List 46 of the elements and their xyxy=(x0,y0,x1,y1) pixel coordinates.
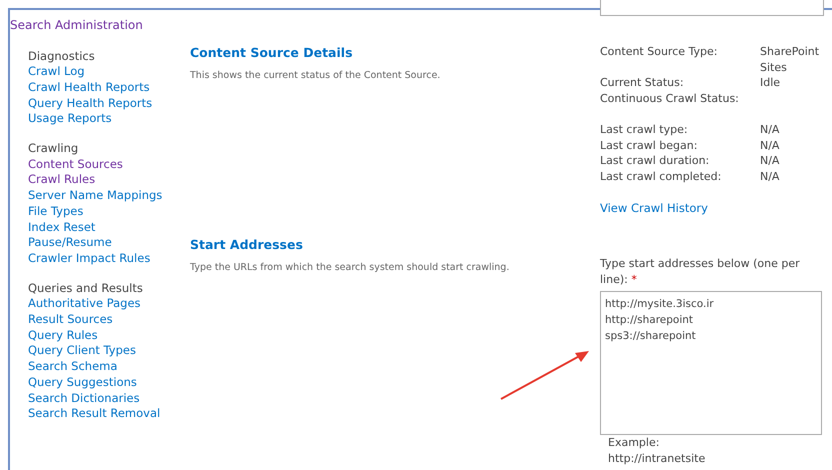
sidebar-link[interactable]: Crawl Log xyxy=(28,64,190,80)
field-value: Idle xyxy=(760,75,782,90)
field-label: Last crawl duration: xyxy=(600,153,710,168)
sidebar-link[interactable]: Usage Reports xyxy=(28,111,190,128)
sidebar-heading: Crawling xyxy=(28,141,80,157)
field-value: N/A xyxy=(760,153,780,168)
sidebar-link[interactable]: Pause/Resume xyxy=(28,235,190,251)
sidebar-link[interactable]: Result Sources xyxy=(28,312,190,328)
sidebar-link[interactable]: Server Name Mappings xyxy=(28,188,190,204)
field-label: Last crawl type: xyxy=(600,122,689,138)
sidebar-heading: Diagnostics xyxy=(28,48,96,64)
sidebar-link[interactable]: Crawler Impact Rules xyxy=(28,250,190,267)
field-label: Last crawl completed: xyxy=(600,168,722,184)
sidebar-link[interactable]: Query Health Reports xyxy=(28,96,190,112)
sidebar-link[interactable]: Crawl Rules xyxy=(28,172,190,188)
field-value: N/A xyxy=(760,138,780,153)
section-title: Content Source Details xyxy=(190,44,354,62)
sidebar-link[interactable]: Crawl Health Reports xyxy=(28,80,190,96)
text-field[interactable] xyxy=(600,0,824,16)
field-label: Content Source Type: xyxy=(600,44,718,60)
field-label: Continuous Crawl Status: xyxy=(600,90,740,106)
sidebar-link[interactable]: Index Reset xyxy=(28,220,190,236)
field-value: N/A xyxy=(760,122,780,138)
example-value: http://intranetsite xyxy=(608,451,706,468)
sidebar-link[interactable]: File Types xyxy=(28,204,190,220)
sidebar-link[interactable]: Content Sources xyxy=(28,156,190,172)
field-label: Last crawl began: xyxy=(600,138,698,153)
example-label: Example: xyxy=(608,435,660,452)
section-title: Start Addresses xyxy=(190,236,304,254)
sidebar-link[interactable]: Query Suggestions xyxy=(28,374,190,391)
addresses-field[interactable]: http://mysite.3isco.ir http://sharepoint sps3://sharepoint xyxy=(600,291,822,436)
sidebar-link[interactable]: Authoritative Pages xyxy=(28,296,190,312)
sidebar-link[interactable]: Query Rules xyxy=(28,328,190,344)
view-history-link[interactable]: View Crawl History xyxy=(600,200,826,218)
field-value: N/A xyxy=(760,168,780,184)
sidebar-heading: Queries and Results xyxy=(28,280,144,296)
sidebar-link[interactable]: Search Schema xyxy=(28,359,190,375)
sidebar-link[interactable]: Search Result Removal xyxy=(28,406,190,422)
section-description: This shows the current status of the Content Source. xyxy=(190,68,442,83)
breadcrumb-link[interactable]: Search Administration xyxy=(10,16,143,34)
field-value: SharePoint Sites xyxy=(760,44,820,75)
sidebar-link[interactable]: Query Client Types xyxy=(28,343,190,360)
field-label: Type start addresses below (one per line): * xyxy=(600,256,800,288)
section-description: Type the URLs from which the search system should start crawling. xyxy=(190,260,510,275)
field-label: Current Status: xyxy=(600,75,685,90)
sidebar-link[interactable]: Search Dictionaries xyxy=(28,390,190,406)
